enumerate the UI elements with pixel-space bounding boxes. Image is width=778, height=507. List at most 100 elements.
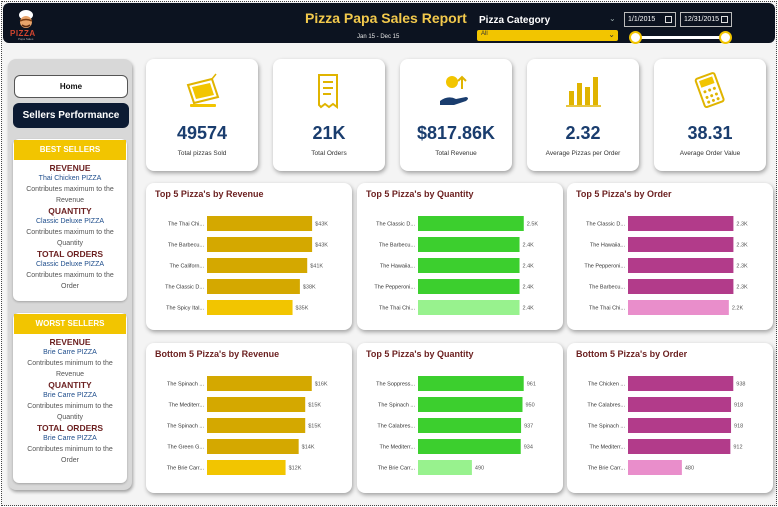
end-date-input[interactable]: 12/31/2015 xyxy=(680,12,732,27)
data-label: 2.4K xyxy=(523,306,535,312)
chart-svg: The Chicken ... 938 The Calabres... 918 The … xyxy=(587,376,745,475)
category-label: The Pepperoni... xyxy=(374,285,415,291)
bar[interactable] xyxy=(628,460,682,475)
bar[interactable] xyxy=(628,376,734,391)
best-orders-pizza: Classic Deluxe PIZZA xyxy=(35,261,105,268)
category-label: The Californ... xyxy=(169,264,204,270)
bar[interactable] xyxy=(207,279,300,294)
bar-chart-icon xyxy=(566,77,601,107)
data-label: $41K xyxy=(310,264,323,270)
bar[interactable] xyxy=(418,237,520,252)
bar[interactable] xyxy=(628,418,732,433)
start-date-input[interactable]: 1/1/2015 xyxy=(624,12,676,27)
category-collapse-chevron-icon[interactable]: ⌄ xyxy=(609,14,616,23)
best-quantity-desc: Contributes maximum to the xyxy=(26,229,114,236)
worst-quantity-heading: QUANTITY xyxy=(48,380,92,390)
chart-svg: The Classic D... 2.3K The Hawaiia... 2.3K Th… xyxy=(584,216,748,315)
kpi-label: Total pizzas Sold xyxy=(177,150,227,157)
date-slider-start-handle[interactable] xyxy=(629,31,642,44)
bar[interactable] xyxy=(628,397,732,412)
category-label: The Mediterr... xyxy=(169,403,205,409)
bar[interactable] xyxy=(207,397,306,412)
bar[interactable] xyxy=(418,300,520,315)
category-label: The Barbecu... xyxy=(589,285,626,291)
home-button[interactable]: Home xyxy=(14,75,128,98)
bar[interactable] xyxy=(628,279,734,294)
bar[interactable] xyxy=(207,300,293,315)
category-label: The Calabres... xyxy=(377,424,415,430)
category-label: The Hawaiia... xyxy=(380,264,416,270)
best-revenue-pizza: Thai Chicken PIZZA xyxy=(38,175,102,182)
data-label: $14K xyxy=(302,445,315,451)
category-label: The Thai Chi... xyxy=(379,306,415,312)
sellers-performance-button[interactable]: Sellers Performance xyxy=(13,103,129,128)
kpi-value: 2.32 xyxy=(565,123,601,143)
bar[interactable] xyxy=(628,439,731,454)
worst-sellers-title: WORST SELLERS xyxy=(14,314,126,334)
best-revenue-heading: REVENUE xyxy=(49,163,91,173)
bar[interactable] xyxy=(418,397,523,412)
data-label: 2.3K xyxy=(736,264,748,270)
category-label: The Mediterr... xyxy=(380,445,416,451)
kpi-label: Total Orders xyxy=(311,150,347,157)
bar[interactable] xyxy=(418,439,521,454)
bar[interactable] xyxy=(207,460,286,475)
chart-svg: The Spinach ... $16K The Mediterr... $15K Th… xyxy=(167,376,328,475)
date-slider-track[interactable] xyxy=(635,36,727,39)
best-orders-desc: Contributes maximum to the xyxy=(26,272,114,279)
worst-orders-desc: Contributes minimum to the xyxy=(27,446,113,453)
bar[interactable] xyxy=(628,237,734,252)
calendar-icon[interactable] xyxy=(665,16,672,23)
category-label: The Chicken ... xyxy=(588,382,625,388)
category-dropdown[interactable]: All ⌄ xyxy=(477,30,618,41)
data-label: 490 xyxy=(475,466,484,472)
category-label: The Green G... xyxy=(167,445,204,451)
worst-sellers-panel: WORST SELLERS REVENUE Brie Carre PIZZA C… xyxy=(13,313,127,483)
data-label: $12K xyxy=(289,466,302,472)
data-label: 912 xyxy=(733,445,742,451)
category-label: The Spinach ... xyxy=(167,382,204,388)
category-label: The Spicy Ital... xyxy=(166,306,204,312)
bar[interactable] xyxy=(418,460,472,475)
date-range-text: Jan 15 - Dec 15 xyxy=(357,34,400,40)
data-label: 2.3K xyxy=(736,285,748,291)
category-filter-label: Pizza Category xyxy=(479,15,551,26)
bar[interactable] xyxy=(207,418,306,433)
bar[interactable] xyxy=(418,376,524,391)
category-label: The Brie Carr... xyxy=(167,466,205,472)
date-slider-end-handle[interactable] xyxy=(719,31,732,44)
bar[interactable] xyxy=(418,258,520,273)
kpi-label: Total Revenue xyxy=(435,150,477,157)
data-label: 2.4K xyxy=(523,285,535,291)
best-sellers-title: BEST SELLERS xyxy=(14,140,126,160)
best-orders-desc-2: Order xyxy=(61,283,79,290)
bar[interactable] xyxy=(207,439,299,454)
data-label: 918 xyxy=(734,424,743,430)
data-label: 2.5K xyxy=(527,222,539,228)
best-sellers-panel: BEST SELLERS REVENUE Thai Chicken PIZZA … xyxy=(13,139,127,301)
receipt-icon xyxy=(318,74,338,109)
logo-subtext: Papa Sales xyxy=(18,37,34,41)
chart-top5-revenue: Top 5 Pizza's by Revenue The Thai Chi...… xyxy=(146,183,352,330)
bar[interactable] xyxy=(418,216,524,231)
chevron-down-icon: ⌄ xyxy=(608,30,615,39)
bar[interactable] xyxy=(418,418,522,433)
best-quantity-heading: QUANTITY xyxy=(48,206,92,216)
kpi-value: $817.86K xyxy=(416,123,496,143)
kpi-value: 49574 xyxy=(176,123,228,143)
bar[interactable] xyxy=(207,376,312,391)
bar[interactable] xyxy=(418,279,520,294)
worst-orders-pizza: Brie Carre PIZZA xyxy=(43,435,97,442)
bar[interactable] xyxy=(628,258,734,273)
bar[interactable] xyxy=(207,216,313,231)
category-label: The Spinach ... xyxy=(378,403,415,409)
calendar-icon[interactable] xyxy=(721,16,728,23)
end-date-value: 12/31/2015 xyxy=(684,16,720,23)
category-label: The Classic D... xyxy=(376,222,415,228)
bar[interactable] xyxy=(207,237,313,252)
bar[interactable] xyxy=(207,258,308,273)
worst-quantity-pizza: Brie Carre PIZZA xyxy=(43,392,97,399)
bar[interactable] xyxy=(628,300,729,315)
header-bar: PIZZA Papa Sales Pizza Papa Sales Report… xyxy=(3,3,775,44)
bar[interactable] xyxy=(628,216,734,231)
